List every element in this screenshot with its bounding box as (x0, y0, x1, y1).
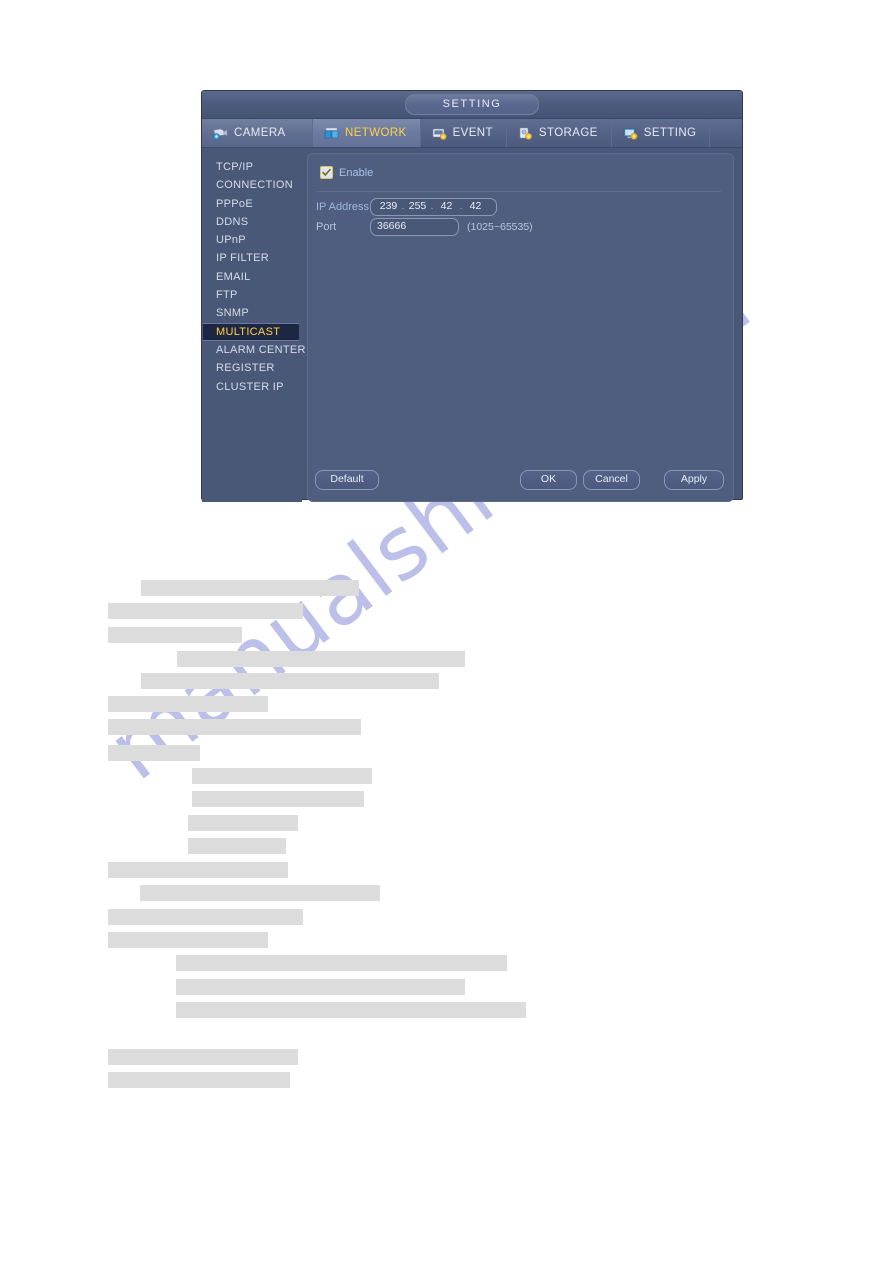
tab-network[interactable]: NETWORK (313, 119, 421, 147)
port-range-hint: (1025~65535) (467, 221, 533, 233)
enable-row: Enable (320, 166, 373, 179)
sidebar-item-alarm-center[interactable]: ALARM CENTER (202, 341, 305, 359)
tab-storage-label: STORAGE (538, 127, 598, 139)
redacted-line (176, 1002, 526, 1018)
redacted-line (140, 885, 380, 901)
redacted-line (108, 862, 288, 878)
redacted-line (176, 979, 465, 995)
redacted-line (108, 745, 200, 761)
event-icon (432, 128, 447, 140)
sidebar-item-connection[interactable]: CONNECTION (202, 176, 302, 194)
setting-icon (623, 127, 638, 140)
sidebar-item-cluster-ip[interactable]: CLUSTER IP (202, 378, 302, 396)
redacted-line (176, 955, 507, 971)
tab-setting-label: SETTING (643, 127, 697, 139)
sidebar-item-pppoe[interactable]: PPPoE (202, 195, 302, 213)
window-footer: Default OK Cancel Apply (202, 470, 742, 499)
network-icon (324, 127, 339, 138)
sidebar-item-ddns[interactable]: DDNS (202, 213, 302, 231)
redacted-line (188, 815, 298, 831)
watermark: manualshive.com (90, 254, 820, 990)
tab-event-label: EVENT (452, 127, 493, 139)
check-icon (322, 168, 331, 176)
redacted-line (177, 651, 465, 667)
content-pane: Enable IP Address 239 . 255 . 42 . 42 Po… (307, 153, 734, 502)
redacted-line (108, 1072, 290, 1088)
ip-address-row: IP Address 239 . 255 . 42 . 42 (316, 198, 497, 216)
redacted-line (108, 1049, 298, 1065)
setting-window: SETTING CAMERA NETWORK EVENT STORAGE SET… (201, 90, 743, 502)
redacted-line (141, 673, 439, 689)
redacted-line (192, 791, 364, 807)
window-title-bar: SETTING (202, 91, 742, 119)
default-button[interactable]: Default (315, 470, 379, 490)
sidebar-item-ip-filter[interactable]: IP FILTER (202, 249, 302, 267)
redacted-line (188, 838, 286, 854)
ip-octet-4[interactable]: 42 (464, 200, 487, 213)
enable-checkbox[interactable] (320, 166, 333, 179)
cancel-button[interactable]: Cancel (583, 470, 640, 490)
multicast-settings-panel: Enable IP Address 239 . 255 . 42 . 42 Po… (307, 153, 734, 502)
sidebar-item-email[interactable]: EMAIL (202, 268, 302, 286)
storage-icon (519, 127, 532, 140)
window-body: TCP/IP CONNECTION PPPoE DDNS UPnP IP FILTER EM… (202, 148, 742, 502)
tab-setting[interactable]: SETTING (612, 119, 711, 147)
tab-camera[interactable]: CAMERA (202, 119, 313, 147)
page-title: SETTING (405, 94, 539, 115)
port-row: Port 36666 (1025~65535) (316, 218, 533, 236)
tab-network-label: NETWORK (345, 127, 407, 139)
redacted-line (108, 719, 361, 735)
ok-button[interactable]: OK (520, 470, 577, 490)
ip-address-label: IP Address (316, 201, 369, 213)
apply-button[interactable]: Apply (664, 470, 724, 490)
redacted-line (108, 696, 268, 712)
tab-storage[interactable]: STORAGE (507, 119, 612, 147)
enable-label: Enable (339, 166, 374, 179)
tab-camera-label: CAMERA (234, 127, 286, 139)
panel-divider (316, 191, 721, 192)
redacted-line (108, 932, 268, 948)
redacted-line (108, 627, 242, 643)
redacted-line (192, 768, 372, 784)
port-label: Port (316, 221, 337, 233)
ip-address-input[interactable]: 239 . 255 . 42 . 42 (370, 198, 497, 216)
sidebar-item-register[interactable]: REGISTER (202, 359, 302, 377)
ip-octet-1[interactable]: 239 (377, 200, 400, 213)
tab-event[interactable]: EVENT (421, 119, 507, 147)
sidebar-item-upnp[interactable]: UPnP (202, 231, 302, 249)
port-input[interactable]: 36666 (370, 218, 459, 236)
sidebar-item-multicast[interactable]: MULTICAST (203, 322, 299, 341)
sidebar-item-snmp[interactable]: SNMP (202, 304, 302, 322)
main-tab-bar: CAMERA NETWORK EVENT STORAGE SETTING (202, 119, 742, 148)
sidebar-item-tcp-ip[interactable]: TCP/IP (202, 158, 302, 176)
redacted-line (108, 909, 303, 925)
redacted-line (108, 603, 303, 619)
sidebar-item-ftp[interactable]: FTP (202, 286, 302, 304)
ip-octet-2[interactable]: 255 (406, 200, 429, 213)
ip-octet-3[interactable]: 42 (435, 200, 458, 213)
camera-icon (213, 128, 228, 140)
redacted-line (141, 580, 359, 596)
settings-sidebar: TCP/IP CONNECTION PPPoE DDNS UPnP IP FILTER EM… (202, 148, 305, 502)
